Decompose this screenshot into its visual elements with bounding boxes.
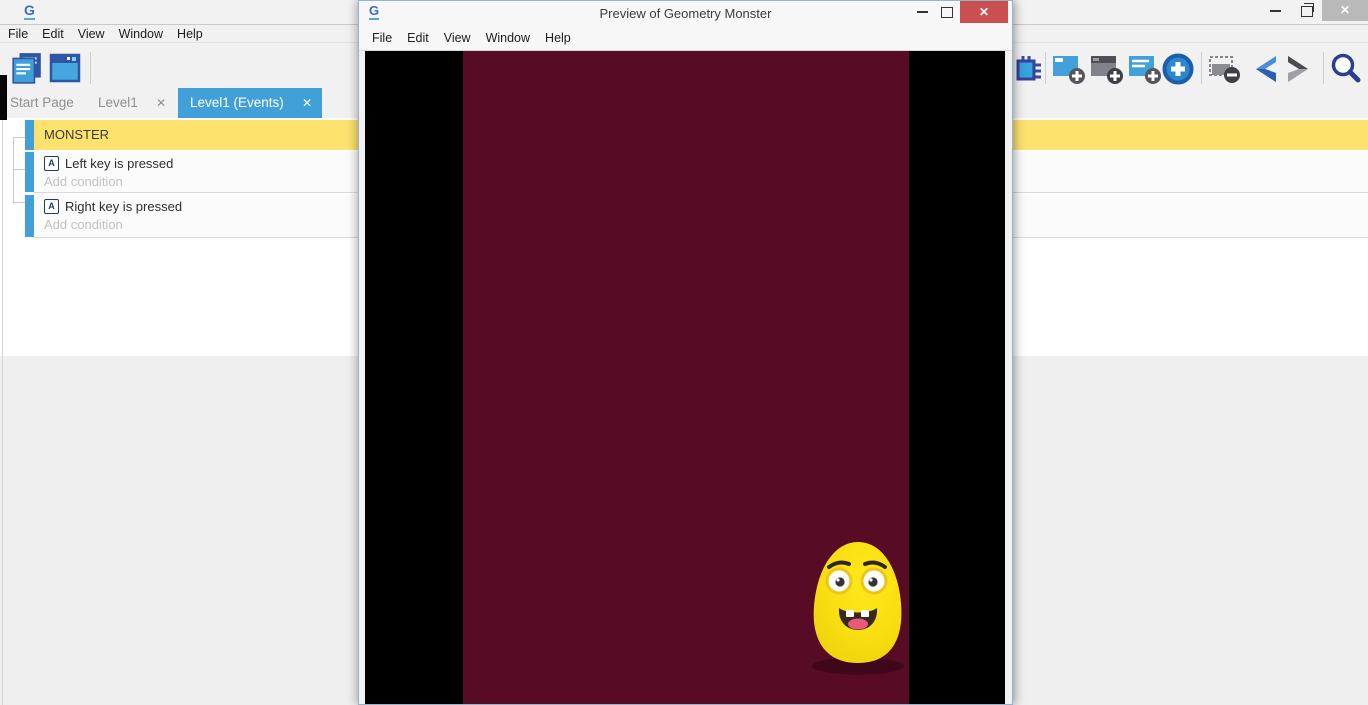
menu-edit[interactable]: Edit — [42, 27, 64, 41]
tab-level1-events[interactable]: Level1 (Events) ✕ — [178, 88, 322, 118]
minimize-button[interactable] — [1262, 0, 1288, 22]
preview-menu-bar: File Edit View Window Help — [359, 26, 1012, 51]
event-bar[interactable] — [25, 152, 34, 192]
tab-level1[interactable]: Level1 — [98, 88, 138, 118]
tab-level1-close-icon[interactable]: ✕ — [156, 88, 166, 118]
keyboard-key-icon: A — [44, 199, 59, 214]
close-button[interactable]: ✕ — [1322, 0, 1368, 21]
minimize-icon — [1270, 10, 1281, 12]
event-bar[interactable] — [25, 195, 34, 237]
preview-menu-view[interactable]: View — [444, 31, 471, 45]
keyboard-key-icon: A — [44, 156, 59, 171]
panel-dark-edge — [0, 75, 7, 120]
event-group-bar[interactable] — [25, 120, 34, 150]
event-tree-line — [13, 169, 25, 170]
minimize-icon — [917, 11, 928, 13]
add-sub-event-icon[interactable] — [1090, 52, 1124, 91]
debugger-icon[interactable] — [1014, 52, 1044, 91]
add-comment-icon[interactable] — [1128, 52, 1162, 91]
preview-menu-help[interactable]: Help — [545, 31, 571, 45]
condition-text: Right key is pressed — [65, 199, 182, 214]
open-events-sheet-icon[interactable] — [10, 52, 44, 89]
tab-level1-events-label: Level1 (Events) — [190, 95, 284, 110]
redo-icon[interactable] — [1284, 52, 1318, 91]
preview-menu-window[interactable]: Window — [486, 31, 530, 45]
toolbar-separator — [1201, 52, 1202, 84]
monster-character — [801, 529, 913, 679]
toolbar-separator — [1323, 52, 1324, 84]
preview-maximize-button[interactable] — [937, 1, 957, 23]
gdevelop-app: G ✕ File Edit View Window Help — [0, 0, 1368, 705]
restore-icon — [1301, 6, 1313, 17]
restore-button[interactable] — [1296, 0, 1318, 22]
menu-view[interactable]: View — [78, 27, 105, 41]
tab-level1-events-close-icon[interactable]: ✕ — [302, 88, 312, 118]
event-tree-line — [13, 137, 25, 138]
preview-window: G Preview of Geometry Monster ✕ File Edi… — [358, 0, 1013, 705]
preview-close-button[interactable]: ✕ — [960, 1, 1008, 23]
panel-edge — [2, 118, 3, 705]
add-event-icon[interactable] — [1052, 52, 1086, 91]
menu-window[interactable]: Window — [119, 27, 163, 41]
gdevelop-logo-icon: G — [24, 3, 35, 20]
open-scene-editor-icon[interactable] — [48, 52, 82, 89]
search-icon[interactable] — [1330, 52, 1362, 91]
preview-title-bar[interactable]: G Preview of Geometry Monster ✕ — [359, 1, 1012, 27]
toolbar-separator — [90, 52, 91, 84]
preview-menu-edit[interactable]: Edit — [407, 31, 429, 45]
maximize-icon — [941, 7, 953, 18]
event-tree-line — [13, 202, 25, 203]
disable-event-icon[interactable] — [1208, 52, 1242, 91]
game-canvas[interactable] — [365, 51, 1005, 704]
preview-minimize-button[interactable] — [911, 1, 933, 23]
condition-text: Left key is pressed — [65, 156, 173, 171]
add-circle-icon[interactable] — [1162, 53, 1194, 90]
toolbar-separator — [1045, 52, 1046, 84]
menu-help[interactable]: Help — [177, 27, 203, 41]
preview-menu-file[interactable]: File — [372, 31, 392, 45]
menu-file[interactable]: File — [8, 27, 28, 41]
undo-icon[interactable] — [1246, 52, 1280, 91]
event-tree-line — [13, 137, 14, 203]
tab-start-page[interactable]: Start Page — [10, 88, 74, 118]
main-menu-bar: File Edit View Window Help — [0, 25, 364, 42]
